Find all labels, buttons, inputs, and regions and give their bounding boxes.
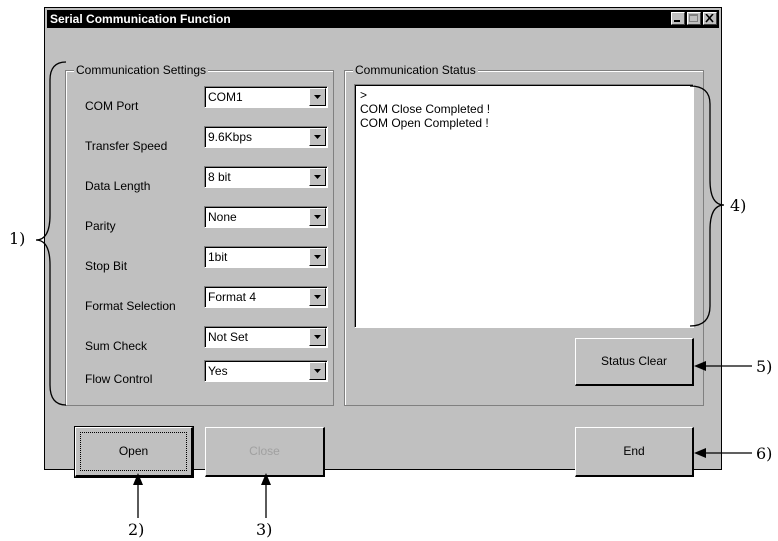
arrow-left-icon (694, 361, 706, 371)
arrow-up-icon (261, 473, 271, 485)
brace-right (689, 85, 725, 327)
annotation-4: 4) (730, 196, 747, 215)
annotation-2: 2) (128, 520, 145, 539)
annotation-3: 3) (256, 520, 273, 539)
arrow-up-icon (133, 473, 143, 485)
annotation-6: 6) (756, 444, 773, 463)
annotation-overlay (35, 61, 752, 518)
arrow-left-icon (694, 448, 706, 458)
annotation-1: 1) (9, 229, 26, 248)
annotation-5: 5) (756, 357, 773, 376)
brace-left (35, 61, 67, 406)
